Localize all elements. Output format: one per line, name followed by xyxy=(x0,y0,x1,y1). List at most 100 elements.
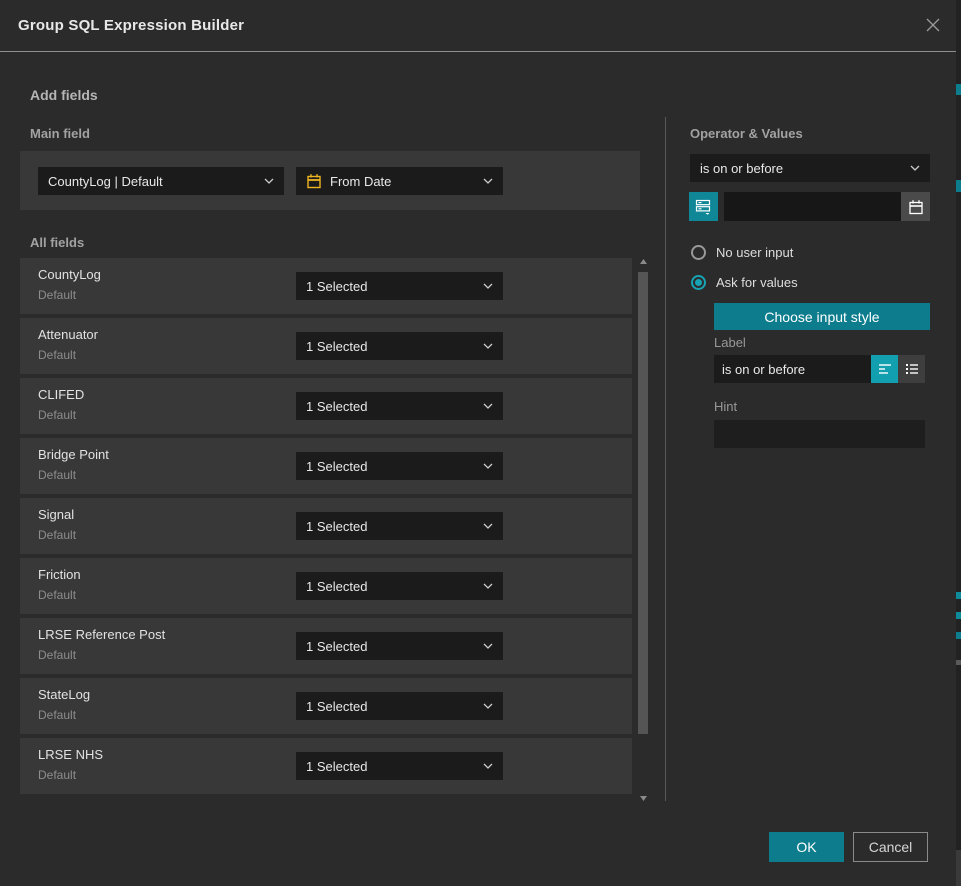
field-name: Friction xyxy=(38,567,81,582)
chevron-down-icon xyxy=(483,283,493,289)
field-row: CLIFED Default 1 Selected xyxy=(20,378,632,434)
main-layer-dropdown-label: CountyLog | Default xyxy=(48,174,163,189)
main-layer-dropdown[interactable]: CountyLog | Default xyxy=(38,167,284,195)
field-subtitle: Default xyxy=(38,288,76,302)
operator-dropdown[interactable]: is on or before xyxy=(690,154,930,182)
chevron-down-icon xyxy=(264,178,274,184)
chevron-down-icon xyxy=(483,583,493,589)
field-name: Signal xyxy=(38,507,74,522)
field-selected-dropdown-label: 1 Selected xyxy=(306,399,367,414)
hint-input[interactable] xyxy=(714,420,925,448)
field-selected-dropdown[interactable]: 1 Selected xyxy=(296,752,503,780)
radio-icon xyxy=(691,275,706,290)
value-input[interactable] xyxy=(724,192,930,221)
main-date-field-dropdown[interactable]: From Date xyxy=(296,167,503,195)
field-row: Friction Default 1 Selected xyxy=(20,558,632,614)
dialog-title: Group SQL Expression Builder xyxy=(18,0,244,52)
scroll-down-icon[interactable] xyxy=(639,794,648,802)
chevron-down-icon xyxy=(483,343,493,349)
field-selected-dropdown-label: 1 Selected xyxy=(306,459,367,474)
field-name: CLIFED xyxy=(38,387,84,402)
ok-button[interactable]: OK xyxy=(769,832,844,862)
radio-label: No user input xyxy=(716,245,793,260)
operator-values-label: Operator & Values xyxy=(690,126,803,141)
field-selected-dropdown-label: 1 Selected xyxy=(306,639,367,654)
add-fields-heading: Add fields xyxy=(30,87,98,103)
field-selected-dropdown[interactable]: 1 Selected xyxy=(296,392,503,420)
scrollbar-thumb[interactable] xyxy=(638,272,648,734)
scroll-up-icon[interactable] xyxy=(639,258,648,266)
label-style-list-button[interactable] xyxy=(898,355,925,383)
field-row: LRSE NHS Default 1 Selected xyxy=(20,738,632,794)
field-selected-dropdown-label: 1 Selected xyxy=(306,699,367,714)
field-name: StateLog xyxy=(38,687,90,702)
field-row: Signal Default 1 Selected xyxy=(20,498,632,554)
field-subtitle: Default xyxy=(38,768,76,782)
field-selected-dropdown-label: 1 Selected xyxy=(306,339,367,354)
field-row: Attenuator Default 1 Selected xyxy=(20,318,632,374)
field-subtitle: Default xyxy=(38,708,76,722)
calendar-icon xyxy=(908,199,924,215)
field-selected-dropdown-label: 1 Selected xyxy=(306,759,367,774)
cancel-button[interactable]: Cancel xyxy=(853,832,928,862)
radio-no-user-input[interactable]: No user input xyxy=(691,245,793,260)
close-icon xyxy=(925,17,941,38)
field-subtitle: Default xyxy=(38,348,76,362)
list-scrollbar[interactable] xyxy=(636,256,651,802)
all-fields-label: All fields xyxy=(30,235,84,250)
radio-label: Ask for values xyxy=(716,275,798,290)
date-picker-button[interactable] xyxy=(901,192,930,221)
field-name: Attenuator xyxy=(38,327,98,342)
main-date-field-dropdown-label: From Date xyxy=(330,174,391,189)
field-row: LRSE Reference Post Default 1 Selected xyxy=(20,618,632,674)
main-field-label: Main field xyxy=(30,126,90,141)
chevron-down-icon xyxy=(483,403,493,409)
value-type-button[interactable] xyxy=(689,192,718,221)
field-row: CountyLog Default 1 Selected xyxy=(20,258,632,314)
field-selected-dropdown[interactable]: 1 Selected xyxy=(296,572,503,600)
choose-input-style-button[interactable]: Choose input style xyxy=(714,303,930,330)
field-selected-dropdown-label: 1 Selected xyxy=(306,279,367,294)
field-subtitle: Default xyxy=(38,528,76,542)
radio-icon xyxy=(691,245,706,260)
chevron-down-icon xyxy=(483,643,493,649)
field-row: StateLog Default 1 Selected xyxy=(20,678,632,734)
chevron-down-icon xyxy=(483,178,493,184)
dialog-header: Group SQL Expression Builder xyxy=(0,0,956,52)
vertical-divider xyxy=(665,117,666,801)
field-selected-dropdown-label: 1 Selected xyxy=(306,519,367,534)
close-button[interactable] xyxy=(922,16,944,38)
label-caption: Label xyxy=(714,335,746,350)
field-name: Bridge Point xyxy=(38,447,109,462)
radio-ask-for-values[interactable]: Ask for values xyxy=(691,275,798,290)
field-selected-dropdown[interactable]: 1 Selected xyxy=(296,692,503,720)
main-field-panel: CountyLog | Default From Date xyxy=(20,151,640,210)
align-left-icon xyxy=(877,361,893,377)
chevron-down-icon xyxy=(483,523,493,529)
field-selected-dropdown[interactable]: 1 Selected xyxy=(296,512,503,540)
calendar-icon xyxy=(306,173,322,189)
chevron-down-icon xyxy=(483,463,493,469)
field-selected-dropdown[interactable]: 1 Selected xyxy=(296,332,503,360)
background-app-edge xyxy=(956,0,961,886)
field-selected-dropdown[interactable]: 1 Selected xyxy=(296,632,503,660)
operator-dropdown-label: is on or before xyxy=(700,161,783,176)
group-sql-expression-builder-dialog: Group SQL Expression Builder Add fields … xyxy=(0,0,961,886)
field-subtitle: Default xyxy=(38,648,76,662)
field-subtitle: Default xyxy=(38,408,76,422)
chevron-down-icon xyxy=(483,703,493,709)
field-selected-dropdown-label: 1 Selected xyxy=(306,579,367,594)
field-selected-dropdown[interactable]: 1 Selected xyxy=(296,272,503,300)
field-name: LRSE NHS xyxy=(38,747,103,762)
all-fields-list: CountyLog Default 1 Selected Attenuator … xyxy=(20,258,632,798)
bullet-list-icon xyxy=(904,361,920,377)
field-selected-dropdown[interactable]: 1 Selected xyxy=(296,452,503,480)
field-name: LRSE Reference Post xyxy=(38,627,165,642)
hint-caption: Hint xyxy=(714,399,737,414)
field-subtitle: Default xyxy=(38,588,76,602)
label-input[interactable] xyxy=(714,355,871,383)
field-row: Bridge Point Default 1 Selected xyxy=(20,438,632,494)
chevron-down-icon xyxy=(910,165,920,171)
label-style-text-button[interactable] xyxy=(871,355,898,383)
field-subtitle: Default xyxy=(38,468,76,482)
